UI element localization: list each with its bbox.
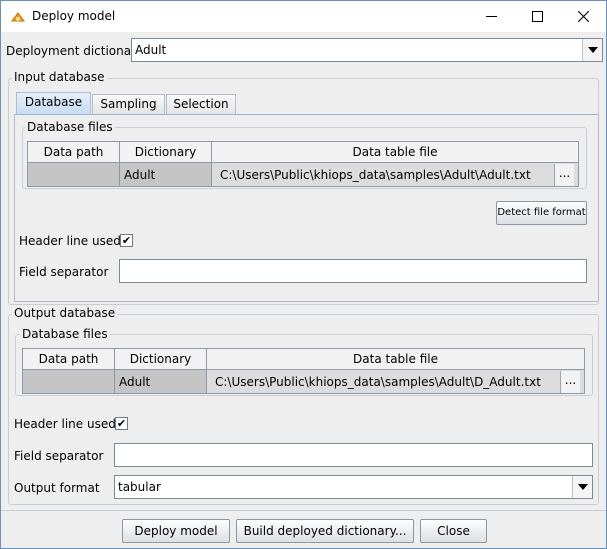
output-database-title: Output database [12, 306, 118, 320]
input-database-title: Input database [12, 70, 107, 84]
deploy-model-window: Deploy model Deployment dictionary Adult… [0, 0, 607, 549]
khiops-app-icon [10, 9, 26, 25]
output-header-line-label: Header line used [14, 417, 116, 431]
deployment-dictionary-label: Deployment dictionary [6, 44, 144, 58]
close-button[interactable]: Close [420, 519, 487, 543]
deployment-dictionary-value: Adult [135, 43, 167, 57]
output-format-label: Output format [14, 481, 100, 495]
window-title: Deploy model [32, 9, 116, 23]
output-database-files-title: Database files [20, 327, 110, 341]
build-deployed-dictionary-button[interactable]: Build deployed dictionary... [236, 519, 414, 543]
input-tabs: Database Sampling Selection [16, 92, 599, 116]
tab-sampling[interactable]: Sampling [92, 94, 165, 114]
output-header-line-checkbox[interactable]: ✔ [115, 417, 128, 430]
column-header-dictionary[interactable]: Dictionary [119, 141, 212, 163]
deployment-dictionary-select[interactable]: Adult [131, 38, 603, 62]
close-icon[interactable] [560, 1, 606, 32]
output-files-table: Data path Dictionary Data table file Adu… [22, 348, 585, 394]
table-row: Adult C:\Users\Public\khiops_data\sample… [27, 162, 579, 187]
button-bar-divider [1, 510, 606, 511]
input-header-line-label: Header line used [19, 234, 121, 248]
data-path-cell[interactable] [27, 162, 120, 187]
dialog-body: Deployment dictionary Adult Input databa… [1, 32, 606, 548]
table-row: Adult C:\Users\Public\khiops_data\sample… [22, 369, 585, 394]
browse-file-button[interactable]: ... [560, 370, 580, 393]
chevron-down-icon[interactable] [582, 39, 602, 61]
input-header-line-checkbox[interactable]: ✔ [120, 234, 133, 247]
minimize-icon[interactable] [468, 1, 514, 32]
data-table-file-cell[interactable]: C:\Users\Public\khiops_data\samples\Adul… [211, 162, 579, 187]
data-table-file-value: C:\Users\Public\khiops_data\samples\Adul… [215, 374, 541, 389]
dictionary-cell[interactable]: Adult [114, 369, 207, 394]
tab-selection[interactable]: Selection [166, 94, 236, 114]
output-field-separator-input[interactable] [114, 443, 593, 467]
maximize-icon[interactable] [514, 1, 560, 32]
output-format-value: tabular [118, 480, 161, 494]
input-field-separator-input[interactable] [119, 259, 587, 283]
dictionary-cell[interactable]: Adult [119, 162, 212, 187]
input-files-table: Data path Dictionary Data table file Adu… [27, 141, 579, 187]
data-path-cell[interactable] [22, 369, 115, 394]
column-header-data-path[interactable]: Data path [27, 141, 120, 163]
input-field-separator-label: Field separator [19, 265, 109, 279]
column-header-data-table-file[interactable]: Data table file [211, 141, 579, 163]
output-format-select[interactable]: tabular [114, 475, 593, 499]
chevron-down-icon[interactable] [572, 476, 592, 498]
deploy-model-button[interactable]: Deploy model [122, 519, 230, 543]
detect-file-format-button[interactable]: Detect file format [496, 201, 587, 225]
output-field-separator-label: Field separator [14, 449, 104, 463]
browse-file-button[interactable]: ... [554, 163, 574, 186]
column-header-dictionary[interactable]: Dictionary [114, 348, 207, 370]
title-bar[interactable]: Deploy model [1, 1, 606, 32]
column-header-data-path[interactable]: Data path [22, 348, 115, 370]
tab-database[interactable]: Database [16, 92, 91, 114]
input-database-files-title: Database files [25, 120, 115, 134]
column-header-data-table-file[interactable]: Data table file [206, 348, 585, 370]
data-table-file-value: C:\Users\Public\khiops_data\samples\Adul… [220, 167, 531, 182]
data-table-file-cell[interactable]: C:\Users\Public\khiops_data\samples\Adul… [206, 369, 585, 394]
